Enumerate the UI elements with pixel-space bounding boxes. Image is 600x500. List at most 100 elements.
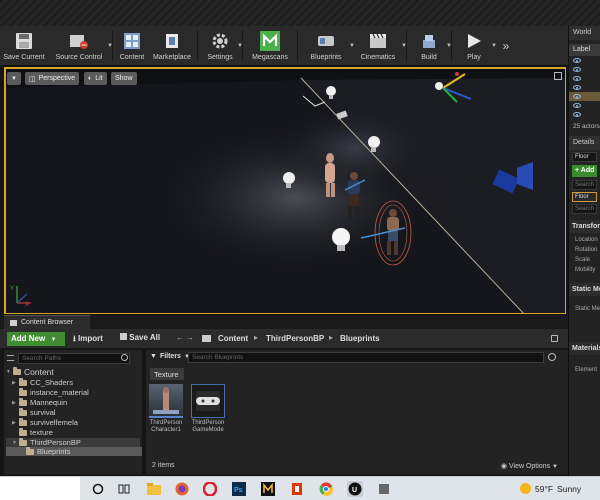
details-tab[interactable]: Details: [569, 136, 600, 150]
start-circle-icon[interactable]: [90, 481, 106, 497]
expand-triangle-icon[interactable]: ▶: [12, 420, 19, 426]
texture-filter-tag[interactable]: Texture: [150, 368, 184, 380]
tree-item-mannequin[interactable]: ▶ Mannequin: [12, 398, 67, 407]
level-viewport[interactable]: X Y ▼ ◫ Perspective ◐ Lit Show: [4, 67, 566, 314]
outliner-row[interactable]: [569, 110, 600, 119]
outliner-row[interactable]: [569, 74, 600, 83]
lock-icon[interactable]: [551, 335, 558, 342]
unreal-engine-icon[interactable]: U: [347, 481, 363, 497]
add-component-button[interactable]: + Add: [572, 165, 597, 177]
outliner-row[interactable]: [569, 101, 600, 110]
search-details-input[interactable]: Search D: [572, 204, 597, 214]
source-control-label: Source Control: [55, 54, 103, 61]
photoshop-icon[interactable]: Ps: [231, 481, 247, 497]
task-view-icon[interactable]: [116, 481, 132, 497]
expand-triangle-icon[interactable]: ▼: [12, 440, 19, 446]
outliner-row-selected[interactable]: [569, 92, 600, 101]
static-mesh-section-header[interactable]: Static Mesh: [569, 283, 600, 296]
scale-label[interactable]: Scale: [569, 255, 600, 265]
search-assets-input[interactable]: Search Blueprints: [188, 352, 544, 363]
breadcrumb-blueprints[interactable]: Blueprints: [340, 334, 380, 343]
chrome-icon[interactable]: [318, 481, 334, 497]
tree-item-cc-shaders[interactable]: ▶ CC_Shaders: [12, 378, 73, 387]
tree-item-instance-material[interactable]: instance_material: [12, 388, 89, 397]
materials-section-header[interactable]: Materials: [569, 342, 600, 355]
tree-item-texture[interactable]: texture: [12, 428, 53, 437]
view-options-button[interactable]: ◉ View Options ▼: [501, 462, 558, 470]
tree-item-survivelfemela[interactable]: ▶ survivelfemela: [12, 418, 78, 427]
more-toolbar-button[interactable]: »: [494, 26, 518, 65]
perspective-button[interactable]: ◫ Perspective: [25, 72, 80, 85]
opera-icon[interactable]: [202, 481, 218, 497]
tree-item-content[interactable]: ▼ Content: [6, 367, 54, 377]
import-button[interactable]: ⭳ Import: [73, 333, 103, 347]
tree-item-blueprints[interactable]: Blueprints: [6, 447, 142, 456]
chevron-down-icon: ▼: [50, 337, 57, 343]
breadcrumb-content[interactable]: Content: [218, 334, 248, 343]
expand-triangle-icon[interactable]: ▶: [12, 400, 19, 406]
list-view-icon[interactable]: [7, 355, 14, 361]
visibility-eye-icon[interactable]: [573, 103, 581, 108]
lit-button[interactable]: ◐ Lit: [84, 72, 107, 85]
chevron-down-icon[interactable]: ▼: [401, 43, 407, 49]
blueprints-label: Blueprints: [310, 54, 342, 61]
content-browser-tab[interactable]: Content Browser: [4, 315, 90, 329]
chevron-down-icon[interactable]: ▼: [107, 43, 113, 49]
visibility-eye-icon[interactable]: [573, 76, 581, 81]
character-mesh: [325, 153, 335, 197]
search-icon[interactable]: [548, 353, 556, 361]
object-name-field[interactable]: Floor: [572, 152, 597, 162]
weather-widget[interactable]: 59°F Sunny: [520, 483, 581, 494]
expand-triangle-icon[interactable]: ▼: [6, 369, 13, 375]
filters-button[interactable]: ▼ Filters ▼: [150, 353, 190, 360]
visibility-eye-icon[interactable]: [573, 85, 581, 90]
save-all-button[interactable]: Save All: [120, 333, 160, 342]
tree-item-thirdpersonbp[interactable]: ▼ ThirdPersonBP: [6, 438, 140, 447]
settings-button[interactable]: Settings ▼: [200, 26, 243, 65]
maximize-viewport-icon[interactable]: [554, 72, 562, 80]
asset-name: ThirdPerson Character1: [149, 420, 183, 433]
viewport-options-button[interactable]: ▼: [7, 72, 21, 85]
asset-tile[interactable]: ThirdPerson GameMode: [191, 384, 225, 434]
build-button[interactable]: Build ▼: [409, 26, 452, 65]
visibility-eye-icon[interactable]: [573, 94, 581, 99]
taskbar-search-area[interactable]: [0, 477, 80, 500]
show-button[interactable]: Show: [111, 72, 137, 85]
visibility-eye-icon[interactable]: [573, 58, 581, 63]
chevron-down-icon[interactable]: ▼: [237, 43, 243, 49]
forward-arrow-icon[interactable]: →: [186, 333, 194, 342]
outliner-row[interactable]: [569, 65, 600, 74]
tree-item-survival[interactable]: survival: [12, 408, 55, 417]
world-outliner-tab[interactable]: World: [569, 26, 600, 40]
blueprints-button[interactable]: Blueprints ▼: [300, 26, 355, 65]
viewport-scene[interactable]: X Y: [5, 68, 566, 314]
search-components-input[interactable]: Search C: [572, 180, 597, 190]
firefox-icon[interactable]: [174, 481, 190, 497]
transform-section-header[interactable]: Transform: [569, 220, 600, 233]
content-button[interactable]: Content: [115, 26, 149, 65]
visibility-eye-icon[interactable]: [573, 67, 581, 72]
add-new-button[interactable]: Add New ▼: [7, 332, 65, 346]
app-icon[interactable]: [376, 481, 392, 497]
back-arrow-icon[interactable]: ←: [176, 333, 184, 342]
m-app-icon[interactable]: [260, 481, 276, 497]
outliner-label-column[interactable]: Label: [569, 44, 600, 56]
visibility-eye-icon[interactable]: [573, 112, 581, 117]
selected-component-row[interactable]: Floor: [572, 192, 597, 202]
save-current-button[interactable]: Save Current: [0, 26, 48, 65]
outliner-row[interactable]: [569, 56, 600, 65]
office-icon[interactable]: [289, 481, 305, 497]
cinematics-button[interactable]: Cinematics ▼: [352, 26, 407, 65]
file-explorer-icon[interactable]: [146, 481, 162, 497]
outliner-row[interactable]: [569, 83, 600, 92]
source-control-button[interactable]: Source Control ▼: [48, 26, 113, 65]
search-icon[interactable]: [121, 354, 128, 361]
play-button[interactable]: Play ▼: [454, 26, 497, 65]
expand-triangle-icon[interactable]: ▶: [12, 380, 19, 386]
asset-tile[interactable]: ThirdPerson Character1: [149, 384, 183, 434]
marketplace-button[interactable]: Marketplace: [149, 26, 195, 65]
chevron-down-icon[interactable]: ▼: [446, 43, 452, 49]
breadcrumb-thirdpersonbp[interactable]: ThirdPersonBP: [266, 334, 324, 343]
megascans-button[interactable]: Megascans: [245, 26, 295, 65]
search-paths-input[interactable]: Search Paths: [18, 353, 130, 364]
